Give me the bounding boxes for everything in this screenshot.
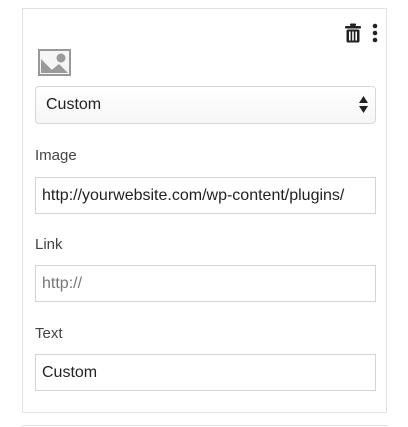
text-field[interactable]: Custom [35,354,376,391]
link-label: Link [35,236,63,253]
widget-panel: Custom Image http://yourwebsite.com/wp-c… [22,8,387,413]
type-select[interactable]: Custom [35,86,376,124]
select-arrows-icon [359,96,368,113]
type-select-value: Custom [46,96,102,113]
image-label: Image [35,147,77,164]
trash-icon[interactable] [344,23,362,43]
panel-toolbar [344,23,378,43]
vertical-ellipsis-icon[interactable] [372,23,378,43]
link-url-field[interactable]: http:// [35,265,376,302]
image-url-field[interactable]: http://yourwebsite.com/wp-content/plugin… [35,177,376,214]
image-placeholder-icon [38,49,71,81]
text-label: Text [35,325,63,342]
next-panel-edge [22,425,388,426]
